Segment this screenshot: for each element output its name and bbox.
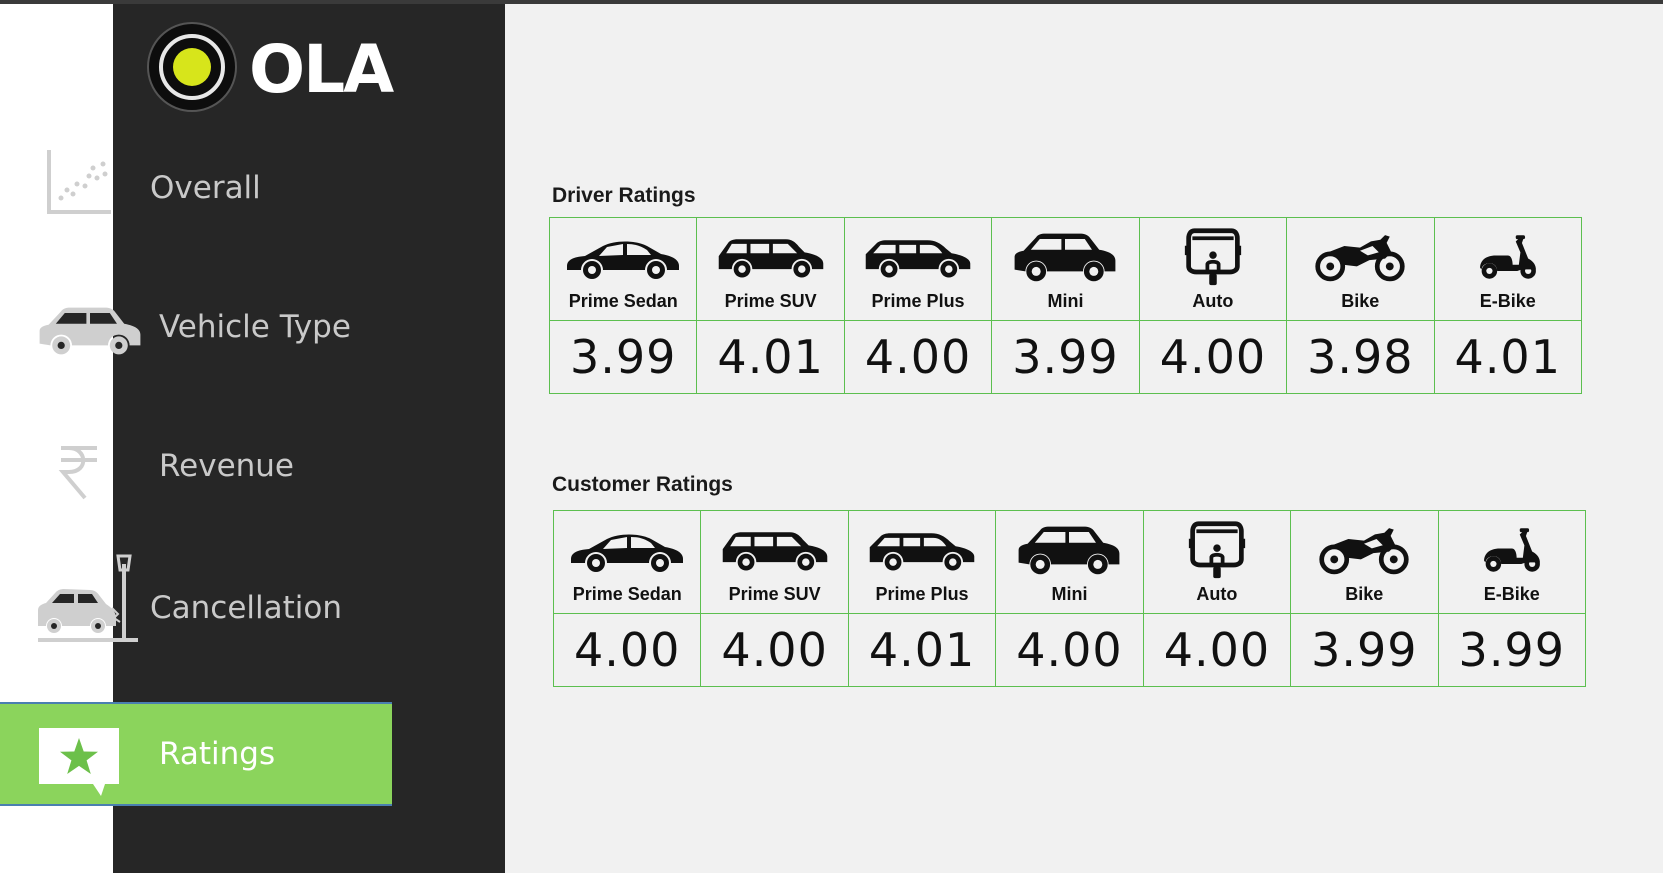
vehicle-cell-prime-suv: Prime SUV xyxy=(696,217,845,321)
rating-value: 4.00 xyxy=(700,613,849,687)
scatter-chart-icon xyxy=(47,150,111,214)
vehicle-label: Bike xyxy=(1345,584,1384,604)
motorbike-icon xyxy=(1317,523,1411,577)
driver-ratings-title: Driver Ratings xyxy=(552,184,696,207)
rating-value: 4.00 xyxy=(843,320,993,394)
vehicle-cell-e-bike: E-Bike xyxy=(1433,217,1583,321)
mini-car-icon xyxy=(1011,230,1119,284)
hatchback-icon xyxy=(862,233,974,281)
vehicle-cell-mini: Mini xyxy=(991,217,1140,321)
auto-rickshaw-icon xyxy=(1188,520,1246,580)
vehicle-label: Auto xyxy=(1196,584,1238,604)
vehicle-label: E-Bike xyxy=(1479,291,1536,311)
driver-ratings-table: Prime Sedan Prime SUV Prime Plus Mini Au… xyxy=(548,217,1583,394)
rating-value: 3.99 xyxy=(991,320,1140,394)
rating-value: 4.01 xyxy=(1433,320,1583,394)
vehicle-label: Prime Sedan xyxy=(572,584,682,604)
sidebar-item-vehicle-type[interactable]: Vehicle Type xyxy=(0,275,392,379)
vehicle-label: Auto xyxy=(1192,291,1234,311)
sedan-icon xyxy=(567,525,687,575)
sidebar-item-label: Overall xyxy=(150,170,261,206)
vehicle-label: Mini xyxy=(1047,291,1084,311)
vehicle-cell-prime-plus: Prime Plus xyxy=(843,217,993,321)
sidebar-item-label: Vehicle Type xyxy=(159,309,351,345)
suv-icon xyxy=(719,526,831,574)
vehicle-label: Prime Plus xyxy=(875,584,969,604)
rupee-icon xyxy=(58,446,97,500)
customer-ratings-title: Customer Ratings xyxy=(552,473,733,496)
main-content xyxy=(505,4,1663,873)
car-crash-icon xyxy=(38,554,138,642)
auto-rickshaw-icon xyxy=(1184,227,1242,287)
logo-text: OLA xyxy=(249,31,394,108)
sidebar-item-label: Cancellation xyxy=(150,590,343,626)
logo-dot xyxy=(173,48,211,86)
vehicle-cell-e-bike: E-Bike xyxy=(1437,510,1587,614)
vehicle-cell-bike: Bike xyxy=(1286,217,1435,321)
sidebar-item-label: Ratings xyxy=(159,736,276,772)
mini-car-icon xyxy=(1015,523,1123,577)
rating-value: 4.00 xyxy=(1142,613,1292,687)
vehicle-cell-prime-suv: Prime SUV xyxy=(700,510,849,614)
scooter-icon xyxy=(1481,524,1543,576)
vehicle-label: Prime Plus xyxy=(871,291,965,311)
suv-icon xyxy=(715,233,827,281)
vehicle-cell-prime-sedan: Prime Sedan xyxy=(552,510,702,614)
sedan-icon xyxy=(563,232,683,282)
vehicle-header-row: Prime Sedan Prime SUV Prime Plus Mini Au… xyxy=(552,510,1587,614)
vehicle-cell-mini: Mini xyxy=(995,510,1144,614)
sidebar-item-label: Revenue xyxy=(159,448,295,484)
vehicle-label: E-Bike xyxy=(1483,584,1540,604)
scooter-icon xyxy=(1477,231,1539,283)
ola-logo: OLA xyxy=(147,22,447,112)
rating-value: 3.99 xyxy=(1437,613,1587,687)
motorbike-icon xyxy=(1313,230,1407,284)
vehicle-cell-prime-sedan: Prime Sedan xyxy=(548,217,698,321)
rating-value: 4.01 xyxy=(696,320,845,394)
vehicle-cell-auto: Auto xyxy=(1142,510,1292,614)
sidebar-item-ratings[interactable]: Ratings xyxy=(0,702,392,806)
vehicle-cell-bike: Bike xyxy=(1290,510,1439,614)
rating-value: 3.99 xyxy=(1290,613,1439,687)
car-icon xyxy=(39,307,141,355)
vehicle-cell-auto: Auto xyxy=(1138,217,1288,321)
vehicle-header-row: Prime Sedan Prime SUV Prime Plus Mini Au… xyxy=(548,217,1583,321)
rating-value: 4.00 xyxy=(1138,320,1288,394)
rating-value: 4.00 xyxy=(995,613,1144,687)
vehicle-label: Prime SUV xyxy=(728,584,821,604)
rating-value: 4.01 xyxy=(847,613,997,687)
rating-value-row: 3.99 4.01 4.00 3.99 4.00 3.98 4.01 xyxy=(548,320,1583,394)
vehicle-cell-prime-plus: Prime Plus xyxy=(847,510,997,614)
rating-value: 3.99 xyxy=(548,320,698,394)
rating-value-row: 4.00 4.00 4.01 4.00 4.00 3.99 3.99 xyxy=(552,613,1587,687)
customer-ratings-table: Prime Sedan Prime SUV Prime Plus Mini Au… xyxy=(552,510,1587,687)
vehicle-label: Prime SUV xyxy=(724,291,817,311)
rating-value: 4.00 xyxy=(552,613,702,687)
vehicle-label: Prime Sedan xyxy=(568,291,678,311)
vehicle-label: Bike xyxy=(1341,291,1380,311)
rating-value: 3.98 xyxy=(1286,320,1435,394)
vehicle-label: Mini xyxy=(1051,584,1088,604)
hatchback-icon xyxy=(866,526,978,574)
sidebar-item-overall[interactable]: Overall xyxy=(0,136,392,240)
sidebar-item-revenue[interactable]: Revenue xyxy=(0,414,392,518)
star-message-icon xyxy=(39,728,119,796)
sidebar-item-cancellation[interactable]: Cancellation xyxy=(0,552,392,656)
